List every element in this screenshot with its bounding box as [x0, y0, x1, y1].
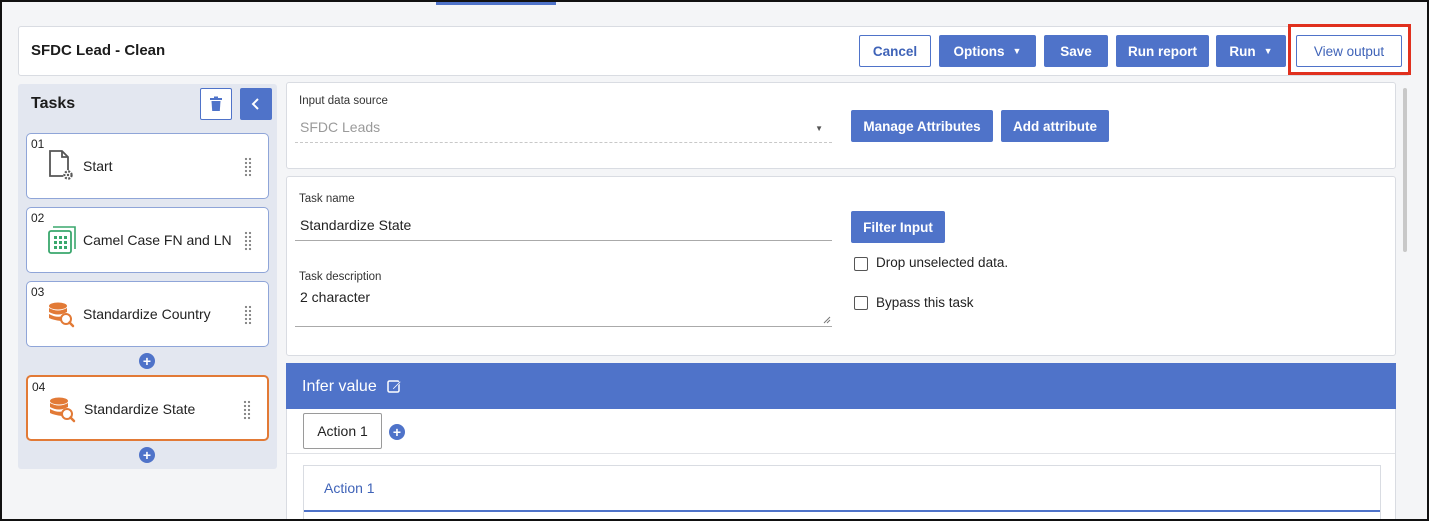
scrollbar[interactable]	[1403, 88, 1407, 252]
drop-unselected-label: Drop unselected data.	[876, 255, 1009, 270]
input-source-value: SFDC Leads	[300, 119, 381, 135]
task-description-value: 2 character	[300, 289, 371, 305]
task-name-input[interactable]: Standardize State	[295, 211, 832, 241]
options-button[interactable]: Options ▼	[939, 35, 1036, 67]
top-tab-indicator	[436, 2, 556, 5]
input-source-label: Input data source	[299, 95, 388, 107]
add-task-icon[interactable]: +	[139, 447, 155, 463]
cancel-button-label: Cancel	[872, 43, 918, 59]
tab-divider	[287, 453, 1395, 454]
input-source-card: Input data source SFDC Leads ▼ Manage At…	[286, 82, 1396, 169]
task-label: Standardize State	[84, 401, 196, 417]
run-button-label: Run	[1229, 43, 1256, 59]
chevron-down-icon: ▼	[1012, 45, 1022, 56]
page-title: SFDC Lead - Clean	[31, 42, 166, 59]
task-number: 01	[31, 137, 45, 151]
task-label: Camel Case FN and LN	[83, 232, 232, 248]
view-output-button-label: View output	[1313, 43, 1385, 59]
database-search-icon	[49, 302, 75, 328]
add-task-icon[interactable]: +	[139, 353, 155, 369]
run-report-button-label: Run report	[1128, 43, 1197, 59]
task-card-standardize-state[interactable]: 04 Standardize State	[26, 375, 269, 441]
infer-value-header: Infer value	[286, 363, 1396, 409]
chevron-left-icon	[251, 98, 259, 110]
options-button-label: Options	[953, 43, 1005, 59]
dropdown-arrow-icon: ▼	[815, 124, 823, 133]
drag-handle-icon[interactable]	[244, 305, 252, 325]
action-1-underline	[304, 510, 1380, 512]
chevron-down-icon: ▼	[1263, 45, 1273, 56]
task-card-camel-case[interactable]: 02 Camel Case FN and LN	[26, 207, 269, 273]
infer-value-body: Action 1 + Action 1	[286, 409, 1396, 521]
edit-icon[interactable]	[387, 379, 402, 394]
task-number: 04	[32, 380, 46, 394]
table-grid-icon	[48, 226, 76, 254]
task-name-label: Task name	[299, 193, 355, 205]
task-description-label: Task description	[299, 271, 382, 283]
manage-attributes-button[interactable]: Manage Attributes	[851, 110, 993, 142]
tasks-title: Tasks	[31, 95, 76, 112]
action-1-section: Action 1	[303, 465, 1381, 521]
input-source-select[interactable]: SFDC Leads ▼	[295, 113, 832, 143]
save-button[interactable]: Save	[1044, 35, 1108, 67]
action-1-section-label[interactable]: Action 1	[324, 480, 375, 496]
infer-value-title: Infer value	[302, 378, 377, 395]
task-name-value: Standardize State	[300, 217, 412, 233]
task-card-start[interactable]: 01 Start	[26, 133, 269, 199]
tab-action-1-label: Action 1	[317, 423, 368, 439]
drag-handle-icon[interactable]	[243, 400, 251, 420]
drag-handle-icon[interactable]	[244, 231, 252, 251]
drag-handle-icon[interactable]	[244, 157, 252, 177]
file-gear-icon	[49, 150, 73, 180]
database-search-icon	[50, 397, 76, 423]
tab-action-1[interactable]: Action 1	[303, 413, 382, 449]
view-output-button[interactable]: View output	[1296, 35, 1402, 67]
run-report-button[interactable]: Run report	[1116, 35, 1209, 67]
drop-unselected-checkbox[interactable]	[854, 257, 868, 271]
manage-attributes-label: Manage Attributes	[863, 118, 981, 134]
delete-task-button[interactable]	[200, 88, 232, 120]
add-attribute-button[interactable]: Add attribute	[1001, 110, 1109, 142]
task-card-standardize-country[interactable]: 03 Standardize Country	[26, 281, 269, 347]
task-label: Standardize Country	[83, 306, 211, 322]
resize-handle-icon[interactable]	[823, 316, 831, 324]
task-label: Start	[83, 158, 113, 174]
bypass-task-checkbox[interactable]	[854, 296, 868, 310]
run-button[interactable]: Run ▼	[1216, 35, 1286, 67]
bypass-task-label: Bypass this task	[876, 295, 974, 310]
filter-input-button[interactable]: Filter Input	[851, 211, 945, 243]
trash-icon	[210, 96, 222, 111]
save-button-label: Save	[1060, 43, 1092, 59]
add-action-icon[interactable]: +	[389, 424, 405, 440]
filter-input-label: Filter Input	[863, 219, 933, 235]
task-description-textarea[interactable]: 2 character	[295, 287, 832, 327]
cancel-button[interactable]: Cancel	[859, 35, 931, 67]
task-form-card: Task name Standardize State Task descrip…	[286, 176, 1396, 356]
collapse-panel-button[interactable]	[240, 88, 272, 120]
add-attribute-label: Add attribute	[1013, 118, 1097, 134]
task-number: 03	[31, 285, 45, 299]
tasks-panel: Tasks 01 Start 02 Camel Case FN and LN 0…	[18, 84, 277, 469]
task-number: 02	[31, 211, 45, 225]
